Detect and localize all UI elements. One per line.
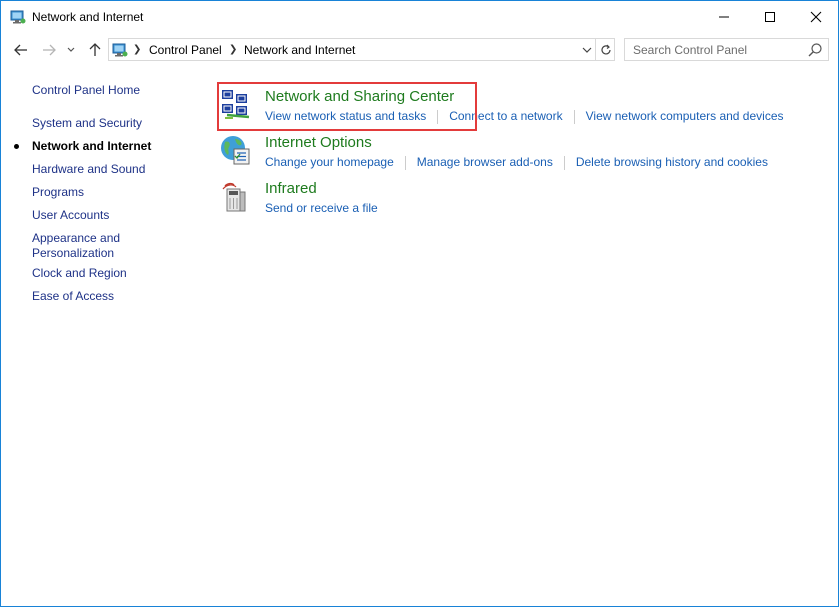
sidebar-item-user-accounts[interactable]: User Accounts <box>32 208 109 223</box>
infrared-link[interactable]: Infrared <box>265 180 317 198</box>
search-icon[interactable] <box>807 42 823 58</box>
address-dropdown-button[interactable] <box>579 41 595 58</box>
sidebar-item-system-and-security[interactable]: System and Security <box>32 116 142 131</box>
control-panel-window: Network and Internet ❯ Control Panel ❯ N… <box>0 0 839 607</box>
highlight-box <box>217 82 477 131</box>
sidebar-item-clock-and-region[interactable]: Clock and Region <box>32 266 127 281</box>
recent-locations-button[interactable] <box>64 39 78 61</box>
infrared-icon[interactable] <box>219 180 253 214</box>
navigation-bar: ❯ Control Panel ❯ Network and Internet <box>1 33 838 67</box>
sidebar-item-appearance-line-1[interactable]: Appearance and <box>32 231 120 246</box>
breadcrumb-separator-icon[interactable]: ❯ <box>133 44 141 55</box>
manage-browser-addons-link[interactable]: Manage browser add-ons <box>417 155 553 170</box>
refresh-button[interactable] <box>595 39 615 60</box>
back-button[interactable] <box>10 39 32 61</box>
breadcrumb-separator-icon[interactable]: ❯ <box>229 44 237 55</box>
control-panel-app-icon <box>10 10 26 24</box>
infrared-tasks: Send or receive a file <box>265 201 378 216</box>
sidebar-item-control-panel-home[interactable]: Control Panel Home <box>32 83 140 98</box>
change-homepage-link[interactable]: Change your homepage <box>265 155 394 170</box>
control-panel-icon <box>112 43 128 57</box>
sidebar-item-ease-of-access[interactable]: Ease of Access <box>32 289 114 304</box>
sidebar-item-appearance-line-2[interactable]: Personalization <box>32 246 114 261</box>
sidebar-item-network-and-internet[interactable]: Network and Internet <box>32 139 151 154</box>
title-bar: Network and Internet <box>1 1 838 33</box>
forward-button[interactable] <box>38 39 60 61</box>
internet-options-tasks: Change your homepage Manage browser add-… <box>265 155 768 170</box>
minimize-icon <box>719 16 729 18</box>
refresh-icon <box>600 44 611 54</box>
sidebar-item-programs[interactable]: Programs <box>32 185 84 200</box>
address-bar[interactable]: ❯ Control Panel ❯ Network and Internet <box>108 38 615 61</box>
maximize-icon <box>765 12 775 22</box>
forward-arrow-icon <box>43 44 56 56</box>
close-button[interactable] <box>793 1 839 33</box>
breadcrumb-control-panel[interactable]: Control Panel <box>149 43 222 57</box>
maximize-button[interactable] <box>747 1 793 33</box>
current-page-bullet <box>14 144 19 149</box>
internet-options-icon[interactable] <box>219 134 253 168</box>
breadcrumb-network-and-internet[interactable]: Network and Internet <box>244 43 355 57</box>
minimize-button[interactable] <box>701 1 747 33</box>
up-button[interactable] <box>84 39 106 61</box>
chevron-down-icon <box>582 47 592 53</box>
close-icon <box>810 11 822 23</box>
window-title: Network and Internet <box>32 10 144 24</box>
chevron-down-icon <box>67 47 75 52</box>
search-box[interactable] <box>624 38 829 61</box>
send-or-receive-file-link[interactable]: Send or receive a file <box>265 201 378 216</box>
search-input[interactable] <box>625 39 805 60</box>
link-divider <box>563 155 565 170</box>
up-arrow-icon <box>89 43 101 56</box>
link-divider <box>573 109 575 124</box>
link-divider <box>404 155 406 170</box>
view-network-computers-link[interactable]: View network computers and devices <box>586 109 784 124</box>
internet-options-link[interactable]: Internet Options <box>265 134 372 152</box>
delete-browsing-history-link[interactable]: Delete browsing history and cookies <box>576 155 768 170</box>
back-arrow-icon <box>14 44 27 56</box>
sidebar-item-hardware-and-sound[interactable]: Hardware and Sound <box>32 162 145 177</box>
